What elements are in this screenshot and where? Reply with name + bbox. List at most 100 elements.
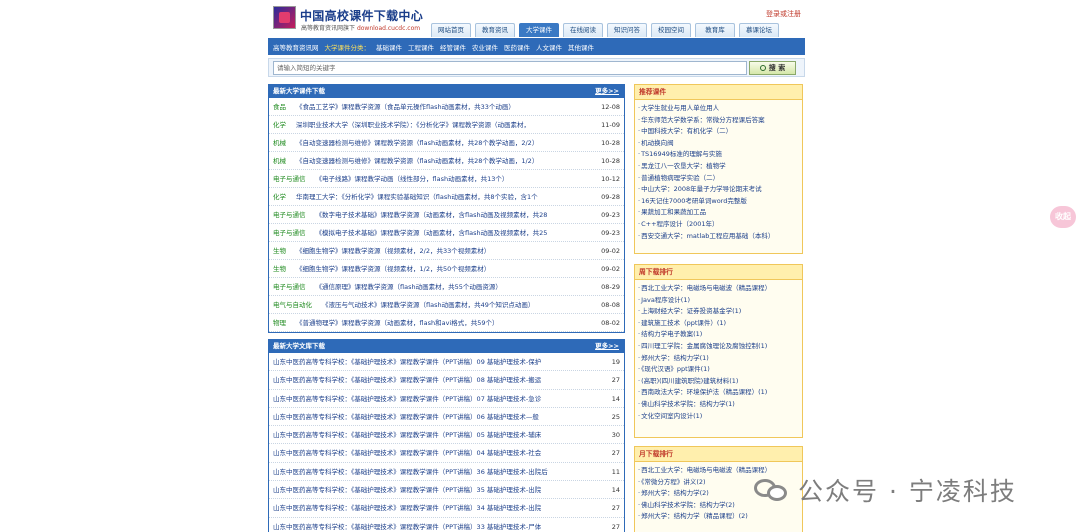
tab-online-reading[interactable]: 在线阅读 [563,23,603,37]
course-category-link[interactable]: 机械 [273,152,286,169]
library-title-link[interactable]: 山东中医药高等专科学校：《基础护理技术》课程教学课件（PPT讲稿）07 基础护理… [273,390,541,407]
course-category-link[interactable]: 机械 [273,134,286,151]
course-row[interactable]: 生物 《细胞生物学》课程教学资源（视频素材，1/2，共50个视频素材） 09-02 [269,260,624,278]
recommended-item-link[interactable]: 果蔬加工和果蔬加工品 [638,207,802,219]
course-category-link[interactable]: 生物 [273,260,286,277]
course-title-link[interactable]: 《细胞生物学》课程教学资源（视频素材，1/2，共50个视频素材） [296,260,490,277]
library-title-link[interactable]: 山东中医药高等专科学校：《基础护理技术》课程教学课件（PPT讲稿）36 基础护理… [273,463,548,480]
library-title-link[interactable]: 山东中医药高等专科学校：《基础护理技术》课程教学课件（PPT讲稿）05 基础护理… [273,426,541,443]
site-title[interactable]: 中国高校课件下载中心 [300,7,423,24]
library-title-link[interactable]: 山东中医药高等专科学校：《基础护理技术》课程教学课件（PPT讲稿）35 基础护理… [273,481,541,498]
course-category-link[interactable]: 物理 [273,314,286,331]
weekly-rank-item-link[interactable]: 文化空间室内设计(1) [638,411,802,423]
course-row[interactable]: 机械 《自动变速器检测与维修》课程教学资源（flash动画素材，共28个教学动画，… [269,134,624,152]
course-row[interactable]: 物理 《普通物理学》课程教学资源（动画素材，flash和avi格式，共59个） 08… [269,314,624,332]
search-input[interactable]: 请输入简短的关键字 [273,61,747,75]
recommended-item-link[interactable]: 中山大学：2008年量子力学导论期末考试 [638,184,802,196]
course-category-link[interactable]: 生物 [273,242,286,259]
recommended-item-link[interactable]: 大学生就业与用人单位用人 [638,103,802,115]
course-row[interactable]: 生物 《细胞生物学》课程教学资源（视频素材，2/2，共33个视频素材） 09-02 [269,242,624,260]
tab-forum[interactable]: 慕课论坛 [739,23,779,37]
library-title-link[interactable]: 山东中医药高等专科学校：《基础护理技术》课程教学课件（PPT讲稿）34 基础护理… [273,499,541,516]
library-title-link[interactable]: 山东中医药高等专科学校：《基础护理技术》课程教学课件（PPT讲稿）09 基础护理… [273,353,541,370]
course-title-link[interactable]: 《数字电子技术基础》课程教学资源（动画素材，含flash动画及视频素材，共28 [316,206,548,223]
weekly-rank-item-link[interactable]: 佛山科学技术学院：结构力学(1) [638,399,802,411]
course-title-link[interactable]: 《细胞生物学》课程教学资源（视频素材，2/2，共33个视频素材） [296,242,490,259]
course-category-link[interactable]: 电子与通信 [273,278,306,295]
weekly-rank-item-link[interactable]: 结构力学电子教案(1) [638,329,802,341]
course-title-link[interactable]: 深圳职业技术大学（深圳职业技术学院）：《分析化学》课程教学资源（动画素材， [296,116,530,133]
recommended-item-link[interactable]: 普通植物病理学实验（二） [638,173,802,185]
weekly-rank-item-link[interactable]: Java程序设计(1) [638,295,802,307]
library-title-link[interactable]: 山东中医药高等专科学校：《基础护理技术》课程教学课件（PPT讲稿）06 基础护理… [273,408,539,425]
course-category-link[interactable]: 电子与通信 [273,224,306,241]
weekly-rank-item-link[interactable]: 上海财经大学：证券投资基金学(1) [638,306,802,318]
monthly-rank-item-link[interactable]: 郑州大学：结构力学（精品课程）(2) [638,511,802,523]
course-category-link[interactable]: 电子与通信 [273,206,306,223]
library-row[interactable]: 山东中医药高等专科学校：《基础护理技术》课程教学课件（PPT讲稿）35 基础护理… [269,481,624,500]
library-row[interactable]: 山东中医药高等专科学校：《基础护理技术》课程教学课件（PPT讲稿）09 基础护理… [269,353,624,372]
course-row[interactable]: 电子与通信 《电子线路》课程教学动画（线性部分，flash动画素材，共13个） 10… [269,170,624,188]
recommended-item-link[interactable]: 中国科技大学：有机化学（二） [638,126,802,138]
recommended-item-link[interactable]: C++程序设计（2001年） [638,219,802,231]
course-title-link[interactable]: 《自动变速器检测与维修》课程教学资源（flash动画素材，共28个教学动画，1/… [296,152,538,169]
course-category-link[interactable]: 食品 [273,98,286,115]
course-row[interactable]: 电子与通信 《数字电子技术基础》课程教学资源（动画素材，含flash动画及视频素材… [269,206,624,224]
recommended-item-link[interactable]: 16天记住7000考研单词word完整版 [638,196,802,208]
nav-item-medicine[interactable]: 医药课件 [504,42,530,52]
course-title-link[interactable]: 华南理工大学：《分析化学》课程实验基础知识（flash动画素材，共8个实验，含1… [296,188,538,205]
course-row[interactable]: 电子与通信 《模拟电子技术基础》课程教学资源（动画素材，含flash动画及视频素材… [269,224,624,242]
course-row[interactable]: 机械 《自动变速器检测与维修》课程教学资源（flash动画素材，共28个教学动画，… [269,152,624,170]
course-title-link[interactable]: 《模拟电子技术基础》课程教学资源（动画素材，含flash动画及视频素材，共25 [316,224,548,241]
library-row[interactable]: 山东中医药高等专科学校：《基础护理技术》课程教学课件（PPT讲稿）33 基础护理… [269,517,624,532]
nav-item-economics[interactable]: 经管课件 [440,42,466,52]
tab-home[interactable]: 网站首页 [431,23,471,37]
tab-courseware[interactable]: 大学课件 [519,23,559,37]
library-row[interactable]: 山东中医药高等专科学校：《基础护理技术》课程教学课件（PPT讲稿）04 基础护理… [269,444,624,463]
library-row[interactable]: 山东中医药高等专科学校：《基础护理技术》课程教学课件（PPT讲稿）06 基础护理… [269,407,624,427]
site-logo[interactable] [273,6,296,29]
library-row[interactable]: 山东中医药高等专科学校：《基础护理技术》课程教学课件（PPT讲稿）36 基础护理… [269,462,624,482]
library-title-link[interactable]: 山东中医药高等专科学校：《基础护理技术》课程教学课件（PPT讲稿）33 基础护理… [273,518,541,532]
library-title-link[interactable]: 山东中医药高等专科学校：《基础护理技术》课程教学课件（PPT讲稿）04 基础护理… [273,444,541,461]
nav-item-basic[interactable]: 基础课件 [376,42,402,52]
course-row[interactable]: 食品 《食品工艺学》课程教学资源（食品单元操作flash动画素材，共33个动画） 1… [269,98,624,116]
recommended-item-link[interactable]: 西安交通大学：matlab工程应用基础（本科） [638,231,802,243]
library-title-link[interactable]: 山东中医药高等专科学校：《基础护理技术》课程教学课件（PPT讲稿）08 基础护理… [273,371,541,388]
course-row[interactable]: 电子与通信 《通信原理》课程教学资源（flash动画素材，共55个动画资源） 08-… [269,278,624,296]
library-row[interactable]: 山东中医药高等专科学校：《基础护理技术》课程教学课件（PPT讲稿）07 基础护理… [269,389,624,408]
library-row[interactable]: 山东中医药高等专科学校：《基础护理技术》课程教学课件（PPT讲稿）08 基础护理… [269,371,624,390]
course-category-link[interactable]: 化学 [273,116,286,133]
course-category-link[interactable]: 化学 [273,188,286,205]
course-title-link[interactable]: 《食品工艺学》课程教学资源（食品单元操作flash动画素材，共33个动画） [296,98,515,115]
course-title-link[interactable]: 《普通物理学》课程教学资源（动画素材，flash和avi格式，共59个） [296,314,499,331]
collapse-float-button[interactable]: 收起 [1050,206,1076,228]
weekly-rank-item-link[interactable]: 四川理工学院：金属腐蚀理论及腐蚀控制(1) [638,341,802,353]
weekly-rank-item-link[interactable]: 西北工业大学：电磁场与电磁波（精品课程） [638,283,802,295]
nav-home-link[interactable]: 高等教育资讯网 [273,42,319,52]
search-button[interactable]: 搜 索 [749,61,796,75]
weekly-rank-item-link[interactable]: 建筑施工技术（ppt课件）(1) [638,318,802,330]
weekly-rank-item-link[interactable]: (高职)(四川建筑职院)建筑材料(1) [638,376,802,388]
weekly-rank-item-link[interactable]: 西南政法大学：环境保护法（精品课程）(1) [638,387,802,399]
recommended-item-link[interactable]: 黑龙江八一农垦大学：植物学 [638,161,802,173]
tab-news[interactable]: 教育资讯 [475,23,515,37]
nav-item-agriculture[interactable]: 农业课件 [472,42,498,52]
nav-item-other[interactable]: 其他课件 [568,42,594,52]
course-title-link[interactable]: 《通信原理》课程教学资源（flash动画素材，共55个动画资源） [316,278,502,295]
course-title-link[interactable]: 《自动变速器检测与维修》课程教学资源（flash动画素材，共28个教学动画，2/… [296,134,538,151]
tab-campus[interactable]: 校园空间 [651,23,691,37]
course-row[interactable]: 化学 深圳职业技术大学（深圳职业技术学院）：《分析化学》课程教学资源（动画素材， 1… [269,116,624,134]
recommended-item-link[interactable]: TS16949标准的理解与实施 [638,149,802,161]
latest-library-more-link[interactable]: 更多>> [595,340,619,353]
library-row[interactable]: 山东中医药高等专科学校：《基础护理技术》课程教学课件（PPT讲稿）05 基础护理… [269,426,624,445]
latest-courses-more-link[interactable]: 更多>> [595,85,619,98]
recommended-item-link[interactable]: 华东师范大学数学系：常微分方程课后答案 [638,115,802,127]
weekly-rank-item-link[interactable]: 郑州大学：结构力学(1) [638,353,802,365]
weekly-rank-item-link[interactable]: 《现代汉语》ppt课件(1) [638,364,802,376]
course-title-link[interactable]: 《电子线路》课程教学动画（线性部分，flash动画素材，共13个） [316,170,509,187]
tab-qa[interactable]: 知识问答 [607,23,647,37]
library-row[interactable]: 山东中医药高等专科学校：《基础护理技术》课程教学课件（PPT讲稿）34 基础护理… [269,499,624,518]
course-row[interactable]: 电气与自动化 《液压与气动技术》课程教学资源（flash动画素材，共49个知识点动… [269,296,624,314]
tab-library[interactable]: 教育库 [695,23,735,37]
